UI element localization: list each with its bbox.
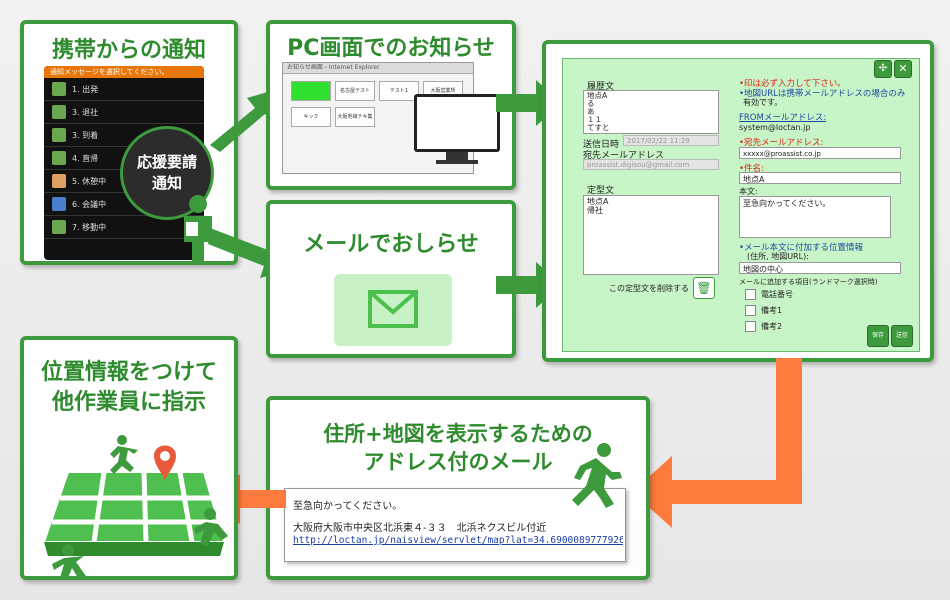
phone-menu-label: 3. 退社 (72, 107, 99, 117)
phone-menu-label: 6. 会議中 (72, 199, 107, 209)
pc-card-title: PC画面でのお知らせ (287, 36, 495, 61)
location-title-1: 位置情報をつけて (40, 360, 217, 385)
phone-menu-item: 1. 出発 (44, 78, 204, 101)
note2-checkbox[interactable] (745, 321, 756, 332)
mail-form-card: 履歴文 地点A る あ １１ てすと 送信日時 2017/02/22 11:29… (542, 40, 934, 362)
mail-notification-card: メールでおしらせ (266, 200, 516, 358)
pc-notification-card: PC画面でのお知らせ お知らせ画面 - Internet Explorer 名古… (266, 20, 516, 190)
mobile-card-title: 携帯からの通知 (51, 38, 206, 63)
coffee-icon (52, 174, 66, 188)
history-item[interactable]: 地点A (587, 92, 715, 100)
meeting-icon (52, 197, 66, 211)
arrow-form-to-email (632, 358, 802, 528)
location-instruction-card: 位置情報をつけて 他作業員に指示 (20, 336, 238, 580)
history-item[interactable]: てすと (587, 124, 715, 132)
door-icon (52, 105, 66, 119)
trash-icon[interactable]: 🗑 (693, 277, 715, 299)
to-input[interactable]: xxxxx@proassist.co.jp (739, 147, 901, 159)
from-value: system@loctan.jp (739, 123, 811, 132)
monitor-icon (414, 94, 500, 152)
map-illustration (42, 435, 228, 578)
phone-menu-label: 1. 出発 (72, 84, 99, 94)
close-icon[interactable]: ✕ (894, 60, 912, 78)
position-label-2: (住所, 地図URL): (747, 252, 809, 261)
email-address-line: 大阪府大阪市中央区北浜東４-３３ 北浜ネクスビル付近 (293, 523, 547, 534)
extra-item-label: 電話番号 (761, 290, 793, 299)
address-mail-card: 住所+地図を表示するための アドレス付のメール 至急向かってください。 大阪府大… (266, 396, 650, 580)
location-title-2: 他作業員に指示 (51, 390, 206, 415)
position-select[interactable]: 地図の中心 (739, 262, 901, 274)
monitor-stand (446, 152, 468, 160)
mail-icon-box (334, 274, 452, 346)
extra-item-label: 備考1 (761, 306, 783, 315)
extra-item-label: 備考2 (761, 322, 783, 331)
history-item[interactable]: る (587, 100, 715, 108)
phone-checkbox[interactable] (745, 289, 756, 300)
pc-cell: テスト1 (379, 81, 419, 101)
phone-menu-item: 3. 退社 (44, 101, 204, 124)
subject-input[interactable]: 地点A (739, 172, 901, 184)
email-body-line: 至急向かってください。 (293, 501, 403, 512)
bubble-line2: 通知 (151, 174, 182, 192)
from-label: FROMメールアドレス: (739, 113, 827, 123)
door-icon (52, 82, 66, 96)
body-textarea[interactable]: 至急向かってください。 (739, 196, 891, 238)
pc-cell: 大阪地域テキ集 (335, 107, 375, 127)
pc-cell: 名古屋テスト (335, 81, 375, 101)
monitor-base (436, 160, 478, 164)
send-button[interactable]: 送信 (891, 325, 913, 347)
door-icon (52, 220, 66, 234)
template-item[interactable]: 帰社 (587, 206, 715, 215)
mail-card-title: メールでおしらせ (303, 232, 479, 257)
map-link[interactable]: http://loctan.jp/naisview/servlet/map?la… (293, 535, 623, 546)
mail-compose-form: 履歴文 地点A る あ １１ てすと 送信日時 2017/02/22 11:29… (562, 58, 920, 352)
history-list[interactable]: 地点A る あ １１ てすと (583, 90, 719, 134)
envelope-icon (368, 290, 418, 328)
move-icon[interactable]: ✣ (874, 60, 892, 78)
map-url-note-2: 有効です。 (743, 98, 783, 107)
phone-menu-label: 7. 移動中 (72, 222, 107, 232)
dest-address-field: proassist.digisou@gmail.com (583, 159, 719, 170)
running-worker-icon (572, 443, 622, 508)
delete-template-label[interactable]: この定型文を削除する (609, 283, 689, 294)
send-time-field: 2017/02/22 11:29 (623, 135, 719, 146)
phone-menu-label: 3. 到着 (72, 130, 99, 140)
phone-menu-label: 5. 休憩中 (72, 176, 107, 186)
extra-items-label: メールに追加する項目(ランドマーク選択時) (739, 278, 878, 286)
phone-menu-label: 4. 直帰 (72, 153, 99, 163)
bubble-line1: 応援要請 (136, 153, 197, 171)
browser-title-bar: お知らせ画面 - Internet Explorer (283, 63, 473, 74)
history-item[interactable]: あ (587, 108, 715, 116)
save-button[interactable]: 保存 (867, 325, 889, 347)
template-item[interactable]: 地点A (587, 197, 715, 206)
door-icon (52, 128, 66, 142)
pc-cell-highlight (291, 81, 331, 101)
exit-icon (52, 151, 66, 165)
pc-cell: キック (291, 107, 331, 127)
phone-header: 通知メッセージを選択してください。 (44, 66, 204, 78)
template-list[interactable]: 地点A 帰社 (583, 195, 719, 275)
note1-checkbox[interactable] (745, 305, 756, 316)
